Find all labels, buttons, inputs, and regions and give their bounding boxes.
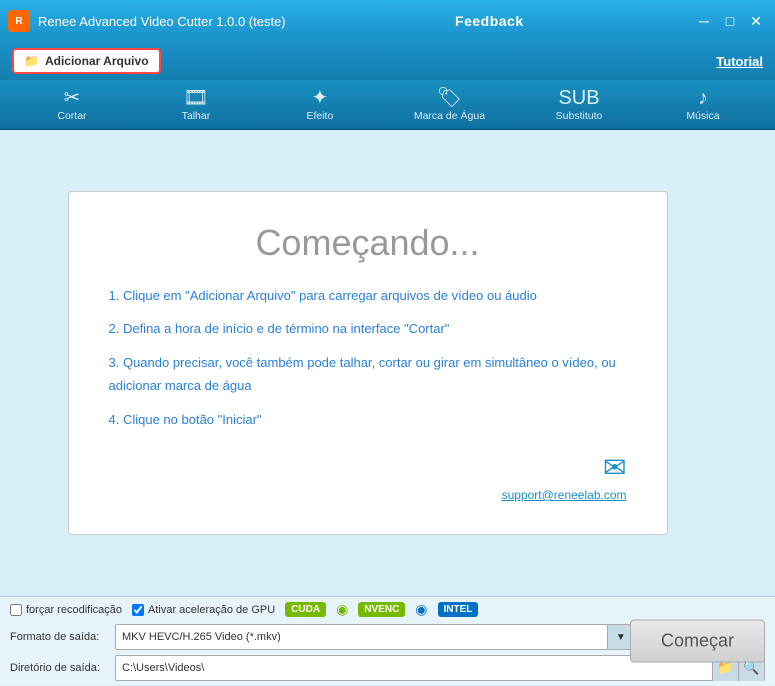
- add-file-icon: 📁: [24, 54, 39, 68]
- format-label: Formato de saída:: [10, 631, 115, 643]
- format-value: MKV HEVC/H.265 Video (*.mkv): [116, 624, 607, 650]
- nvidia-icon: ◉: [336, 601, 348, 618]
- window-controls: ─ □ ✕: [693, 10, 767, 32]
- nvenc-badge: NVENC: [358, 602, 405, 617]
- tab-talhar[interactable]: 🎞 Talhar: [166, 88, 226, 122]
- start-button[interactable]: Começar: [630, 620, 765, 663]
- cut-icon: ✂: [64, 88, 81, 108]
- app-title: Renee Advanced Video Cutter 1.0.0 (teste…: [38, 14, 286, 29]
- tab-cortar[interactable]: ✂ Cortar: [42, 88, 102, 122]
- getting-started-panel: Começando... 1. Clique em "Adicionar Arq…: [68, 191, 668, 535]
- force-reencode-group: forçar recodificação: [10, 604, 122, 616]
- bottom-section: forçar recodificação Ativar aceleração d…: [0, 596, 775, 686]
- start-button-wrapper: Começar: [630, 620, 765, 663]
- subtitle-icon: SUB: [558, 88, 599, 108]
- toolbar: 📁 Adicionar Arquivo Tutorial: [0, 42, 775, 80]
- title-bar-left: R Renee Advanced Video Cutter 1.0.0 (tes…: [8, 10, 286, 32]
- step-4: 4. Clique no botão "Iniciar": [109, 408, 627, 431]
- feedback-label: Feedback: [455, 13, 524, 29]
- maximize-button[interactable]: □: [719, 10, 741, 32]
- trim-icon: 🎞: [183, 88, 208, 108]
- step-3: 3. Quando precisar, você também pode tal…: [109, 351, 627, 398]
- step-1: 1. Clique em "Adicionar Arquivo" para ca…: [109, 284, 627, 307]
- app-logo: R: [8, 10, 30, 32]
- cuda-badge: CUDA: [285, 602, 326, 617]
- effect-icon: ✦: [311, 88, 328, 108]
- format-select[interactable]: MKV HEVC/H.265 Video (*.mkv) ▼: [115, 624, 634, 650]
- tab-talhar-label: Talhar: [182, 110, 211, 122]
- gpu-accel-group: Ativar aceleração de GPU: [132, 604, 275, 616]
- tab-music-label: Música: [686, 110, 719, 122]
- gpu-accel-label: Ativar aceleração de GPU: [148, 604, 275, 616]
- gpu-accel-checkbox[interactable]: [132, 604, 144, 616]
- minimize-button[interactable]: ─: [693, 10, 715, 32]
- title-bar: R Renee Advanced Video Cutter 1.0.0 (tes…: [0, 0, 775, 42]
- options-row: forçar recodificação Ativar aceleração d…: [10, 601, 765, 618]
- step-2: 2. Defina a hora de início e de término …: [109, 317, 627, 340]
- support-email[interactable]: support@reneelab.com: [502, 488, 627, 502]
- force-reencode-label: forçar recodificação: [26, 604, 122, 616]
- watermark-icon: 🏷: [437, 88, 462, 108]
- steps-list: 1. Clique em "Adicionar Arquivo" para ca…: [109, 284, 627, 431]
- dir-value: C:\Users\Videos\: [116, 662, 712, 674]
- intel-icon: ◉: [415, 601, 427, 618]
- tab-efeito[interactable]: ✦ Efeito: [290, 88, 350, 122]
- close-button[interactable]: ✕: [745, 10, 767, 32]
- email-icon: ✉: [109, 451, 627, 484]
- music-icon: ♪: [698, 88, 708, 108]
- add-file-label: Adicionar Arquivo: [45, 54, 149, 68]
- getting-started-title: Começando...: [109, 222, 627, 264]
- tab-marca-dagua[interactable]: 🏷 Marca de Água: [414, 88, 485, 122]
- tutorial-link[interactable]: Tutorial: [716, 54, 763, 69]
- tab-substituto[interactable]: SUB Substituto: [549, 88, 609, 122]
- dir-label: Diretório de saída:: [10, 662, 115, 674]
- main-content: Começando... 1. Clique em "Adicionar Arq…: [0, 130, 775, 596]
- nav-tabs: ✂ Cortar 🎞 Talhar ✦ Efeito 🏷 Marca de Ág…: [0, 80, 775, 130]
- tab-marca-label: Marca de Água: [414, 110, 485, 122]
- tab-cortar-label: Cortar: [57, 110, 86, 122]
- support-area: ✉ support@reneelab.com: [109, 451, 627, 504]
- tab-musica[interactable]: ♪ Música: [673, 88, 733, 122]
- add-file-button[interactable]: 📁 Adicionar Arquivo: [12, 48, 161, 74]
- intel-badge: INTEL: [438, 602, 479, 617]
- tab-sub-label: Substituto: [556, 110, 603, 122]
- force-reencode-checkbox[interactable]: [10, 604, 22, 616]
- tab-efeito-label: Efeito: [306, 110, 333, 122]
